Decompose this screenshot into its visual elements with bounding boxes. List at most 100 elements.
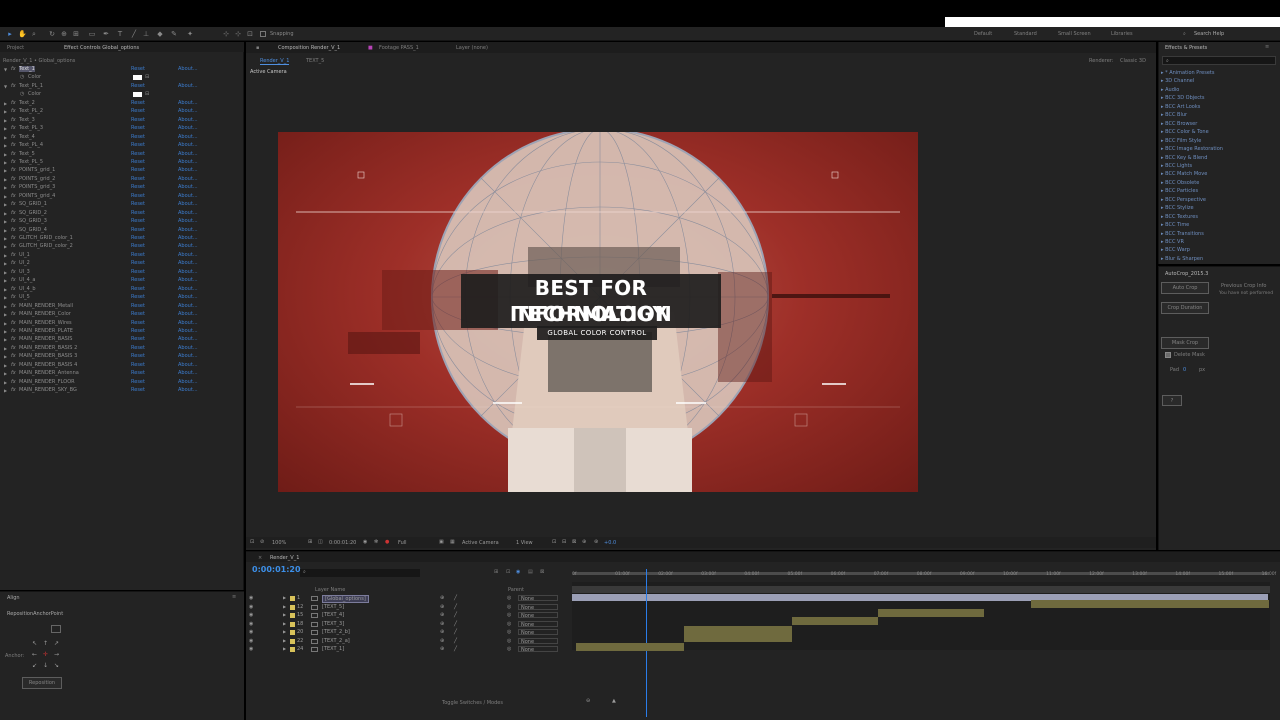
- effect-row[interactable]: ▶ fx POINTS_grid_3 Reset About...: [2, 184, 237, 193]
- reset-link[interactable]: Reset: [131, 176, 145, 182]
- fx-toggle-icon[interactable]: fx: [11, 210, 16, 216]
- fx-toggle-icon[interactable]: fx: [11, 252, 16, 258]
- effects-category-item[interactable]: ▸ Blur & Sharpen: [1161, 256, 1203, 262]
- snapping-checkbox[interactable]: [260, 31, 266, 37]
- color-swatch[interactable]: [133, 92, 142, 98]
- effects-category-item[interactable]: ▸ Audio: [1161, 87, 1179, 93]
- about-link[interactable]: About...: [178, 286, 198, 292]
- crop-duration-button[interactable]: Crop Duration: [1161, 302, 1209, 314]
- hand-tool-icon[interactable]: ✋: [18, 30, 27, 38]
- reset-link[interactable]: Reset: [131, 134, 145, 140]
- effects-search-input[interactable]: ⌕: [1162, 56, 1276, 65]
- reset-link[interactable]: Reset: [131, 159, 145, 165]
- reset-link[interactable]: Reset: [131, 252, 145, 258]
- subtab-render[interactable]: Render_V_1: [260, 58, 290, 65]
- parent-dropdown[interactable]: None: [518, 646, 558, 653]
- chevron-right-icon[interactable]: ▶: [283, 629, 286, 634]
- reset-link[interactable]: Reset: [131, 167, 145, 173]
- layer-name[interactable]: [Global_options]: [322, 595, 369, 603]
- mask-crop-button[interactable]: Mask Crop: [1161, 337, 1209, 349]
- effect-row[interactable]: ▶ fx MAIN_RENDER_SKY_BG Reset About...: [2, 387, 237, 396]
- visibility-eye-icon[interactable]: ◉: [249, 612, 253, 618]
- layer-name[interactable]: [TEXT_3]: [322, 621, 344, 627]
- about-link[interactable]: About...: [178, 303, 198, 309]
- eyedropper-icon[interactable]: ⊟: [145, 74, 149, 80]
- effect-row[interactable]: ▶ fx Text_PL_3 Reset About...: [2, 125, 237, 134]
- stopwatch-icon[interactable]: ◷: [20, 91, 24, 97]
- exposure-value[interactable]: +0.0: [604, 540, 616, 546]
- fx-toggle-icon[interactable]: fx: [11, 269, 16, 275]
- parent-dropdown[interactable]: None: [518, 620, 558, 628]
- visibility-eye-icon[interactable]: ◉: [249, 629, 253, 635]
- reset-link[interactable]: Reset: [131, 218, 145, 224]
- chevron-right-icon[interactable]: ▶: [4, 202, 7, 207]
- layer-name[interactable]: [TEXT_1]: [322, 646, 344, 652]
- reset-link[interactable]: Reset: [131, 311, 145, 317]
- arrow-sw-icon[interactable]: ↙: [32, 662, 37, 669]
- reset-link[interactable]: Reset: [131, 184, 145, 190]
- fx-toggle-icon[interactable]: fx: [11, 320, 16, 326]
- effect-row[interactable]: ▶ fx MAIN_RENDER_Antenna Reset About...: [2, 370, 237, 379]
- color-property-row[interactable]: ◷ Color ⊟: [2, 91, 237, 100]
- timeline-layer-row[interactable]: ◉ ▶ 1 [Global_options] ⊕ ╱ ◎ None: [246, 595, 572, 604]
- fx-toggle-icon[interactable]: fx: [11, 277, 16, 283]
- pick-whip-icon[interactable]: ◎: [507, 595, 511, 601]
- chevron-right-icon[interactable]: ▶: [4, 287, 7, 292]
- timeline-search-input[interactable]: ⌕: [300, 569, 420, 577]
- chevron-right-icon[interactable]: ▶: [4, 278, 7, 283]
- resolution-dropdown[interactable]: Full: [398, 540, 407, 546]
- fx-toggle-icon[interactable]: fx: [11, 243, 16, 249]
- fx-toggle-icon[interactable]: fx: [11, 303, 16, 309]
- reset-link[interactable]: Reset: [131, 320, 145, 326]
- lock-icon[interactable]: ▪: [256, 45, 259, 51]
- about-link[interactable]: About...: [178, 269, 198, 275]
- clip-text-4[interactable]: [878, 609, 984, 617]
- effects-category-item[interactable]: ▸ BCC Obsolete: [1161, 180, 1199, 186]
- effect-row[interactable]: ▶ fx Text_2 Reset About...: [2, 100, 237, 109]
- reset-link[interactable]: Reset: [131, 286, 145, 292]
- reset-link[interactable]: Reset: [131, 210, 145, 216]
- chevron-right-icon[interactable]: ▶: [4, 295, 7, 300]
- roto-tool-icon[interactable]: ✎: [170, 30, 178, 38]
- effect-row[interactable]: ▶ fx POINTS_grid_4 Reset About...: [2, 193, 237, 202]
- chevron-right-icon[interactable]: ▶: [4, 101, 7, 106]
- toggle-switches-modes[interactable]: Toggle Switches / Modes: [442, 700, 503, 706]
- reset-link[interactable]: Reset: [131, 193, 145, 199]
- about-link[interactable]: About...: [178, 117, 198, 123]
- effect-row[interactable]: ▶ fx MAIN_RENDER_Wires Reset About...: [2, 320, 237, 329]
- transparency-grid-icon[interactable]: ▦: [450, 539, 455, 545]
- about-link[interactable]: About...: [178, 184, 198, 190]
- flowchart-icon[interactable]: ⊕: [582, 539, 586, 545]
- effects-category-item[interactable]: ▸ BCC Textures: [1161, 214, 1198, 220]
- clip-text-1[interactable]: [576, 643, 684, 651]
- label-color[interactable]: [290, 596, 295, 601]
- workspace-libraries[interactable]: Libraries: [1111, 31, 1133, 37]
- about-link[interactable]: About...: [178, 159, 198, 165]
- fx-toggle-icon[interactable]: fx: [11, 370, 16, 376]
- reset-link[interactable]: Reset: [131, 269, 145, 275]
- effect-row[interactable]: ▶ fx UI_1 Reset About...: [2, 252, 237, 261]
- layer-name[interactable]: [TEXT_2_b]: [322, 629, 350, 635]
- fx-toggle-icon[interactable]: fx: [11, 108, 16, 114]
- color-channel-icon[interactable]: ●: [385, 539, 389, 545]
- quality-icon[interactable]: ╱: [454, 612, 457, 618]
- renderer-value[interactable]: Classic 3D: [1120, 58, 1146, 64]
- about-link[interactable]: About...: [178, 252, 198, 258]
- zoom-out-icon[interactable]: ⊖: [586, 698, 590, 704]
- fx-toggle-icon[interactable]: fx: [11, 387, 16, 393]
- timeline-layer-row[interactable]: ◉ ▶ 22 [TEXT_2_a] ⊕ ╱ ◎ None: [246, 637, 572, 647]
- about-link[interactable]: About...: [178, 370, 198, 376]
- chevron-right-icon[interactable]: ▶: [4, 304, 7, 309]
- effect-row[interactable]: ▶ fx UI_4_a Reset About...: [2, 277, 237, 286]
- label-color[interactable]: [290, 621, 295, 627]
- reset-link[interactable]: Reset: [131, 108, 145, 114]
- about-link[interactable]: About...: [178, 243, 198, 249]
- fx-toggle-icon[interactable]: fx: [11, 379, 16, 385]
- effects-category-item[interactable]: ▸ BCC Browser: [1161, 121, 1197, 127]
- fx-toggle-icon[interactable]: fx: [11, 193, 16, 199]
- workspace-default[interactable]: Default: [974, 31, 992, 37]
- effect-row[interactable]: ▶ fx UI_4_b Reset About...: [2, 286, 237, 295]
- brush-tool-icon[interactable]: ╱: [130, 30, 138, 38]
- visibility-eye-icon[interactable]: ◉: [249, 638, 253, 644]
- reset-link[interactable]: Reset: [131, 328, 145, 334]
